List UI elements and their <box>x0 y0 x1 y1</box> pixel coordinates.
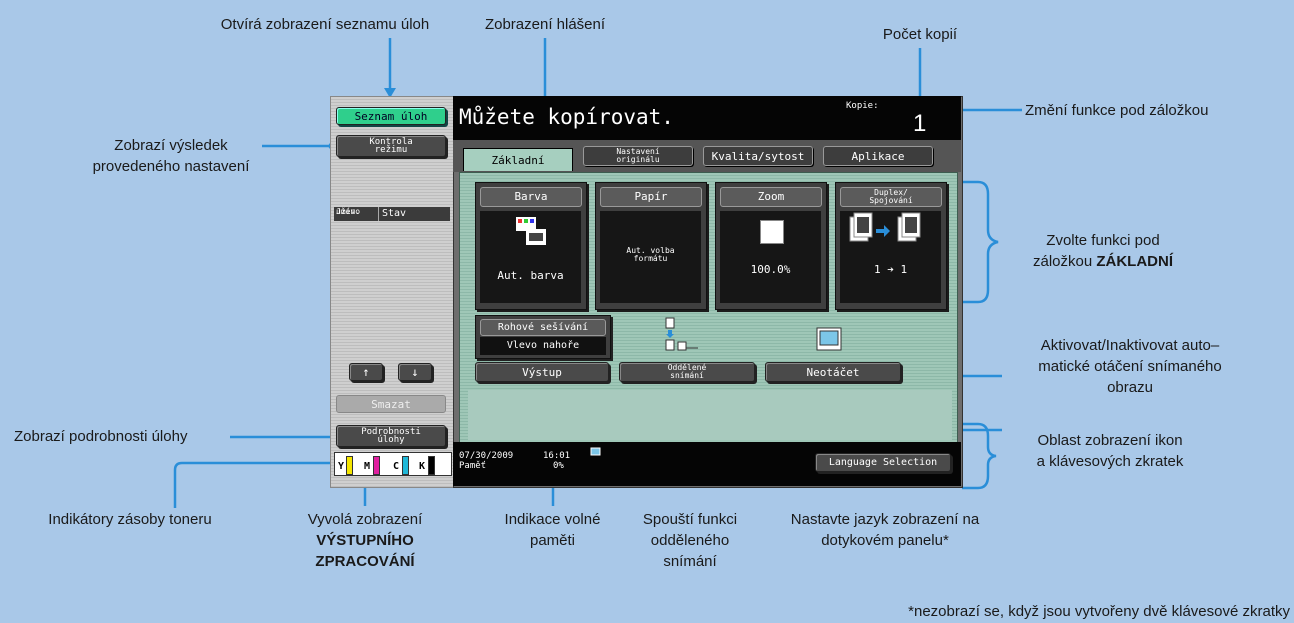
job-list-button[interactable]: Seznam úloh <box>336 107 446 125</box>
language-selection-button[interactable]: Language Selection <box>815 453 951 472</box>
toner-m-bar <box>373 456 380 475</box>
icon-shortcut-area <box>468 390 952 440</box>
annotation-auto-rotate: Aktivovat/Inaktivovat auto– matické otáč… <box>1038 337 1222 396</box>
tab-original-settings[interactable]: Nastavení originálu <box>583 146 693 166</box>
tab-quality-density[interactable]: Kvalita/sytost <box>703 146 813 166</box>
date: 07/30/2009 <box>459 451 514 461</box>
paper-function-key[interactable]: Papír Aut. volba formátu <box>595 182 707 310</box>
delete-button[interactable]: Smazat <box>336 395 446 413</box>
no-rotate-button[interactable]: Neotáčet <box>765 362 901 382</box>
corner-staple-key[interactable]: Rohové sešívání Vlevo nahoře <box>475 315 611 359</box>
annotation-copies: Počet kopií <box>882 26 958 43</box>
duplex-value: 1 ➔ 1 <box>873 263 908 276</box>
toner-k-label: K <box>419 461 426 472</box>
annotation-output: Vyvolá zobrazení VÝSTUPNÍHO ZPRACOVÁNÍ <box>307 511 423 570</box>
staple-value: Vlevo nahoře <box>480 337 606 355</box>
copies-label: Kopie: <box>846 101 879 111</box>
separate-scan-button[interactable]: Oddělené snímání <box>619 362 755 382</box>
auto-color-icon <box>516 217 546 245</box>
column-divider <box>378 207 379 221</box>
zoom-page-icon <box>760 220 784 244</box>
annotation-change-tab: Změní funkce pod záložkou <box>1025 102 1209 119</box>
paper-value: Aut. volba formátu <box>626 246 675 263</box>
duplex-function-key[interactable]: Duplex/Spojování 1 ➔ 1 <box>835 182 947 310</box>
network-icon <box>590 447 601 456</box>
toner-y-label: Y <box>338 461 345 472</box>
duplex-icon <box>849 212 921 242</box>
scroll-down-button[interactable]: ↓ <box>398 363 432 381</box>
annotation-toner: Indikátory zásoby toneru <box>48 511 212 528</box>
annotation-message: Zobrazení hlášení <box>484 16 606 33</box>
memory-label: Paměť <box>459 461 487 471</box>
annotation-check-mode: Zobrazí výsledek provedeného nastavení <box>92 137 250 175</box>
zoom-title: Zoom <box>720 187 822 207</box>
toner-k-bar <box>428 456 435 475</box>
annotation-job-details: Zobrazí podrobnosti úlohy <box>14 428 188 445</box>
rotate-page-icon <box>816 327 842 351</box>
separate-scan-icon <box>665 317 698 351</box>
color-title: Barva <box>480 187 582 207</box>
annotation-icon-area: Oblast zobrazení ikon a klávesových zkra… <box>1036 432 1184 470</box>
status-message: Můžete kopírovat. <box>459 105 674 129</box>
toner-c-bar <box>402 456 409 475</box>
tab-applications[interactable]: Aplikace <box>823 146 933 166</box>
toner-y-bar <box>346 456 353 475</box>
time: 16:01 <box>543 451 571 461</box>
copies-count: 1 <box>913 110 927 137</box>
staple-label: Rohové sešívání <box>480 319 606 336</box>
footer-bar: 07/30/2009 16:01 Paměť 0% Language Selec… <box>453 442 961 486</box>
output-button[interactable]: Výstup <box>475 362 609 382</box>
zoom-function-key[interactable]: Zoom 100.0% <box>715 182 827 310</box>
arrow-right-icon: ➔ <box>887 263 894 276</box>
annotation-language: Nastavte jazyk zobrazení na dotykovém pa… <box>790 511 980 549</box>
duplex-title: Duplex/Spojování <box>840 187 942 207</box>
annotation-separate-scan: Spouští funkci odděleného snímání <box>642 511 738 570</box>
annotation-basic-tab: Zvolte funkci pod záložkou ZÁKLADNÍ <box>1032 232 1174 270</box>
check-mode-button[interactable]: Kontrola režimu <box>336 135 446 157</box>
footnote: *nezobrazí se, když jsou vytvořeny dvě k… <box>908 603 1290 620</box>
memory-value: 0% <box>553 461 564 471</box>
tab-basic[interactable]: Základní <box>463 148 573 171</box>
toner-c-label: C <box>393 461 400 472</box>
arrow-up-icon: ↑ <box>362 365 370 379</box>
paper-title: Papír <box>600 187 702 207</box>
color-value: Aut. barva <box>497 269 564 282</box>
toner-m-label: M <box>364 461 371 472</box>
annotation-memory: Indikace volné paměti <box>504 511 601 549</box>
job-details-button[interactable]: Podrobnosti úlohy <box>336 425 446 447</box>
toner-indicators: Y M C K <box>334 452 452 476</box>
color-function-key[interactable]: Barva Aut. barva <box>475 182 587 310</box>
job-list-header: Jméno uživ. Stav <box>334 207 450 221</box>
zoom-value: 100.0% <box>750 263 791 276</box>
message-bar: Můžete kopírovat. Kopie: 1 <box>453 96 961 140</box>
annotation-job-list: Otvírá zobrazení seznamu úloh <box>220 16 430 33</box>
scroll-up-button[interactable]: ↑ <box>349 363 383 381</box>
arrow-down-icon: ↓ <box>411 365 419 379</box>
